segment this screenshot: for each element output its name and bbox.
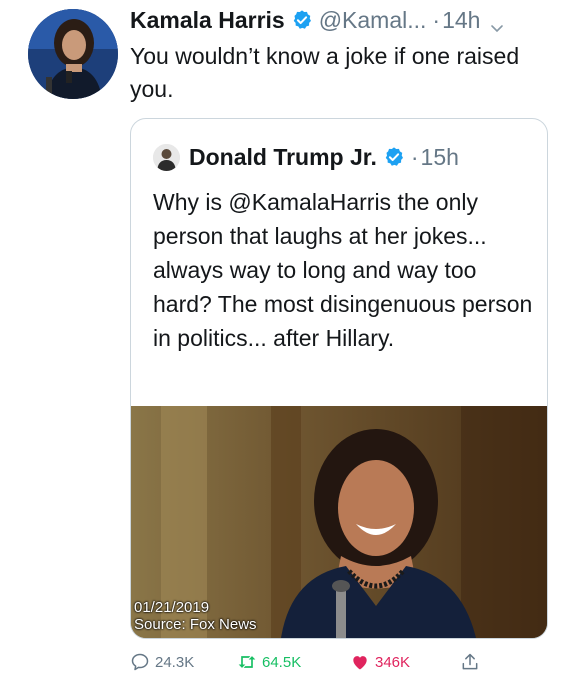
quoted-tweet-card[interactable]: Donald Trump Jr. · 15h Why is @KamalaHar… (130, 118, 548, 639)
author-handle[interactable]: @Kamal... (319, 6, 427, 34)
retweet-button[interactable]: 64.5K (237, 652, 301, 672)
tweet-timestamp[interactable]: 14h (442, 6, 480, 34)
avatar-photo (28, 9, 118, 99)
tweet-header: Kamala Harris @Kamal... · 14h (130, 6, 504, 34)
share-button[interactable] (460, 652, 485, 672)
quoted-tweet-timestamp[interactable]: 15h (421, 143, 459, 171)
verified-badge-icon (383, 146, 405, 168)
author-name[interactable]: Kamala Harris (130, 6, 285, 34)
video-caption: 01/21/2019 Source: Fox News (134, 599, 257, 633)
separator-dot: · (410, 144, 419, 170)
reply-count: 24.3K (155, 653, 195, 671)
quoted-author-name[interactable]: Donald Trump Jr. (189, 143, 377, 171)
quoted-tweet-video[interactable]: 01/21/2019 Source: Fox News (131, 406, 547, 638)
like-count: 346K (375, 653, 411, 671)
verified-badge-icon (291, 9, 313, 31)
tweet-text: You wouldn’t know a joke if one raised y… (130, 43, 520, 102)
retweet-icon (238, 656, 256, 668)
caption-source: Source: Fox News (134, 616, 257, 633)
share-icon (462, 653, 478, 670)
quoted-author-avatar (153, 143, 180, 171)
tweet-action-bar: 24.3K 64.5K 346K (130, 652, 550, 678)
like-button[interactable]: 346K (350, 652, 410, 672)
chevron-down-icon[interactable] (490, 13, 504, 33)
reply-icon (131, 653, 149, 671)
retweet-count: 64.5K (262, 653, 302, 671)
heart-icon (353, 656, 367, 670)
quoted-tweet-header: Donald Trump Jr. · 15h (153, 143, 459, 171)
quoted-tweet-text: Why is @KamalaHarris the only person tha… (153, 189, 533, 351)
author-avatar[interactable] (28, 9, 118, 99)
separator-dot: · (432, 7, 441, 33)
reply-button[interactable]: 24.3K (130, 652, 194, 672)
caption-date: 01/21/2019 (134, 599, 210, 616)
